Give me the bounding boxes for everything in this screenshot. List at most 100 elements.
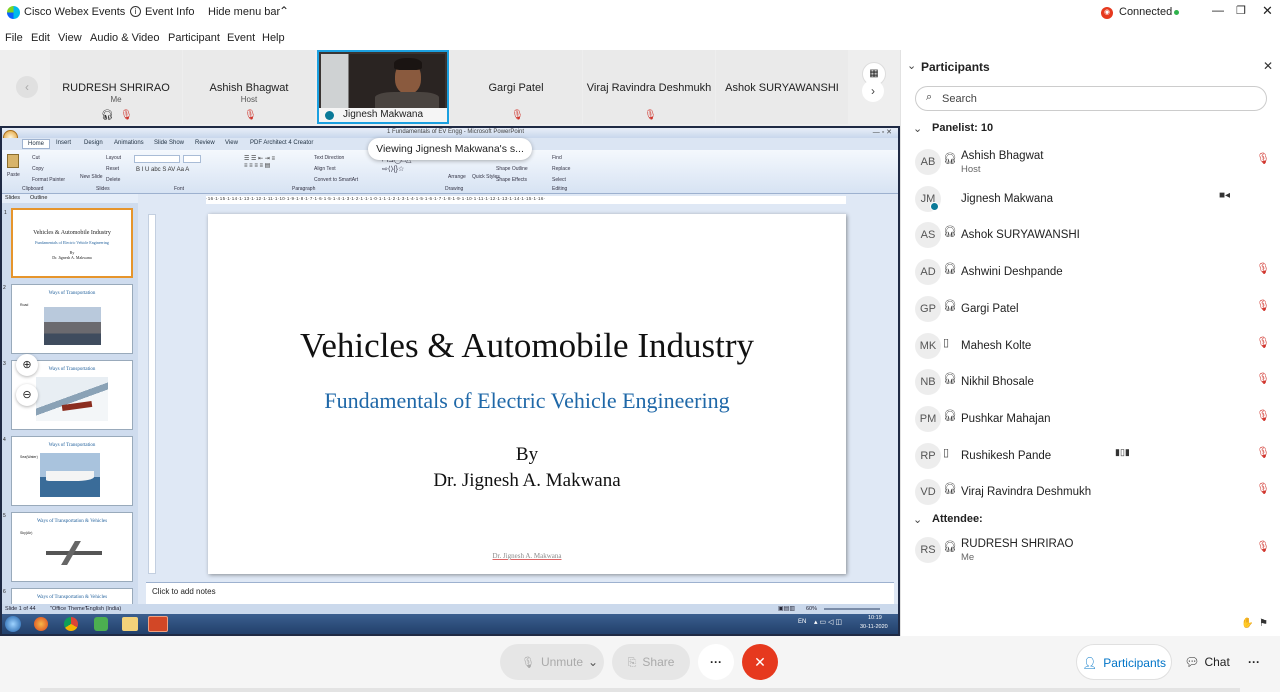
participant-row[interactable]: JM Jignesh Makwana ■◂ [915,183,1270,217]
video-tile[interactable]: Gargi Patel 🎙︎ [450,50,582,124]
search-input[interactable]: Search [942,93,977,105]
chevron-down-icon[interactable]: ⌄ [907,59,916,72]
minimize-icon[interactable]: — [1212,3,1224,17]
tab-review[interactable]: Review [195,140,215,146]
unmute-button[interactable]: 🎙︎ Unmute ⌄ [500,644,604,680]
layout-label[interactable]: Layout [106,155,121,161]
text-direction-label[interactable]: Text Direction [314,155,344,161]
participant-row[interactable]: PM 🎧︎ Pushkar Mahajan 🎙︎ [915,403,1270,437]
paste-icon[interactable] [7,154,19,168]
tab-design[interactable]: Design [84,140,103,146]
start-button-icon[interactable] [5,616,21,632]
participant-row[interactable]: NB 🎧︎ Nikhil Bhosale 🎙︎ [915,366,1270,400]
chevron-down-icon[interactable]: ⌄ [913,122,922,135]
hide-menu-bar-button[interactable]: Hide menu bar [208,6,280,18]
menu-file[interactable]: File [5,32,23,44]
zoom-out-icon[interactable]: ⊖ [16,384,38,406]
panel-more-button[interactable]: ··· [1240,644,1268,680]
panelist-header[interactable]: Panelist: 10 [932,122,993,134]
slide-canvas[interactable]: Vehicles & Automobile Industry Fundament… [208,214,846,574]
video-tile-active-speaker[interactable]: Jignesh Makwana [317,50,449,124]
chat-button[interactable]: 💬︎ Chat [1176,644,1238,680]
pane-tab-outline[interactable]: Outline [30,195,47,201]
mic-muted-icon[interactable]: 🎙︎ [1256,336,1270,349]
arrange-label[interactable]: Arrange [448,174,466,180]
close-panel-icon[interactable]: ✕ [1263,59,1273,73]
cut-label[interactable]: Cut [32,155,40,161]
tab-pdf-architect[interactable]: PDF Architect 4 Creator [250,140,313,146]
mic-muted-icon[interactable]: 🎙︎ [1256,299,1270,312]
reset-label[interactable]: Reset [106,166,119,172]
tab-view[interactable]: View [225,140,238,146]
delete-label[interactable]: Delete [106,177,120,183]
font-format-icons[interactable]: B I U abc S AV Aa A [136,167,189,173]
mic-muted-icon[interactable]: 🎙︎ [1256,409,1270,422]
pane-tab-slides[interactable]: Slides [5,195,20,201]
slide-thumbnail[interactable]: 2 Ways of Transportation Road [3,284,133,354]
search-box[interactable]: ⌕ Search [915,86,1267,111]
event-info-button[interactable]: Event Info [145,6,195,18]
slide-thumbnail[interactable]: 4 Ways of Transportation Sea(Water) [3,436,133,506]
select-label[interactable]: Select [552,177,566,183]
view-buttons-icon[interactable]: ▣▤▥ [778,605,795,612]
mic-muted-icon[interactable]: 🎙︎ [1256,262,1270,275]
slide-thumbnail[interactable]: 6 Ways of Transportation & Vehicles [3,588,133,604]
menu-audio-video[interactable]: Audio & Video [90,32,160,44]
close-window-icon[interactable]: ✕ [1262,3,1273,19]
participant-row[interactable]: GP 🎧︎ Gargi Patel 🎙︎ [915,293,1270,327]
app-icon[interactable] [94,617,108,631]
powerpoint-taskbar-icon[interactable] [148,616,168,632]
mic-muted-icon[interactable]: 🎙︎ [1256,152,1270,165]
tab-home[interactable]: Home [22,139,51,149]
align-text-label[interactable]: Align Text [314,166,336,172]
video-tile[interactable]: Ashish Bhagwat Host 🎙︎ [183,50,315,124]
video-tile[interactable]: Ashok SURYAWANSHI [716,50,848,124]
tab-animations[interactable]: Animations [114,140,144,146]
strip-prev-button[interactable]: ‹ [16,76,38,98]
mic-muted-icon[interactable]: 🎙︎ [1256,540,1270,553]
attendee-header[interactable]: Attendee: [932,513,983,525]
new-slide-label[interactable]: New Slide [80,174,103,180]
more-options-button[interactable]: ··· [698,644,734,680]
participant-row[interactable]: RS 🎧︎ RUDRESH SHRIRAO Me 🎙︎ [915,534,1270,568]
tab-slide-show[interactable]: Slide Show [154,140,184,146]
participant-row[interactable]: RP ▯ Rushikesh Pande 🎙︎ ▮▯▮ [915,440,1270,474]
video-tile[interactable]: RUDRESH SHRIRAO Me 🎧︎ 🎙︎ [50,50,182,124]
participant-row[interactable]: VD 🎧︎ Viraj Ravindra Deshmukh 🎙︎ [915,476,1270,510]
mic-muted-icon[interactable]: 🎙︎ [1256,446,1270,459]
menu-help[interactable]: Help [262,32,285,44]
participant-row[interactable]: MK ▯ Mahesh Kolte 🎙︎ [915,330,1270,364]
notes-pane[interactable]: Click to add notes [146,582,894,604]
replace-label[interactable]: Replace [552,166,570,172]
participant-row[interactable]: AS 🎧︎ Ashok SURYAWANSHI [915,219,1270,253]
menu-edit[interactable]: Edit [31,32,50,44]
participant-row[interactable]: AB 🎧︎ Ashish Bhagwat Host 🎙︎ [915,146,1270,180]
convert-smartart-label[interactable]: Convert to SmartArt [314,177,358,183]
firefox-icon[interactable] [34,617,48,631]
menu-participant[interactable]: Participant [168,32,220,44]
maximize-icon[interactable]: ❐ [1236,4,1246,17]
explorer-icon[interactable] [122,617,138,631]
raise-hand-icon[interactable]: ✋ [1241,618,1253,629]
video-tile[interactable]: Viraj Ravindra Deshmukh 🎙︎ [583,50,715,124]
font-name-box[interactable] [134,155,180,163]
shape-outline-label[interactable]: Shape Outline [496,166,528,172]
share-button[interactable]: ⎘ Share [612,644,690,680]
slide-thumbnail[interactable]: 5 Ways of Transportation & Vehicles Sky(… [3,512,133,582]
leave-meeting-button[interactable]: ✕ [742,644,778,680]
zoom-in-icon[interactable]: ⊕ [16,354,38,376]
mic-muted-icon[interactable]: 🎙︎ [1256,372,1270,385]
menu-event[interactable]: Event [227,32,255,44]
chevron-down-icon[interactable]: ⌄ [588,644,598,680]
zoom-slider[interactable] [824,608,880,610]
paragraph-icons[interactable]: ☰ ☰ ⇤ ⇥ ≡ ≡ ≡ ≡ ≡ ▤ [244,155,275,169]
menu-view[interactable]: View [58,32,82,44]
participants-button[interactable]: 👤︎ Participants [1076,644,1172,680]
tab-insert[interactable]: Insert [56,140,71,146]
participant-row[interactable]: AD 🎧︎ Ashwini Deshpande 🎙︎ [915,256,1270,290]
slide-thumbnail-selected[interactable]: 1 Vehicles & Automobile Industry Fundame… [4,208,133,278]
strip-next-button[interactable]: › [862,80,884,102]
mic-muted-icon[interactable]: 🎙︎ [1256,482,1270,495]
video-camera-icon[interactable]: ■◂ [1219,190,1230,201]
font-size-box[interactable] [183,155,201,163]
